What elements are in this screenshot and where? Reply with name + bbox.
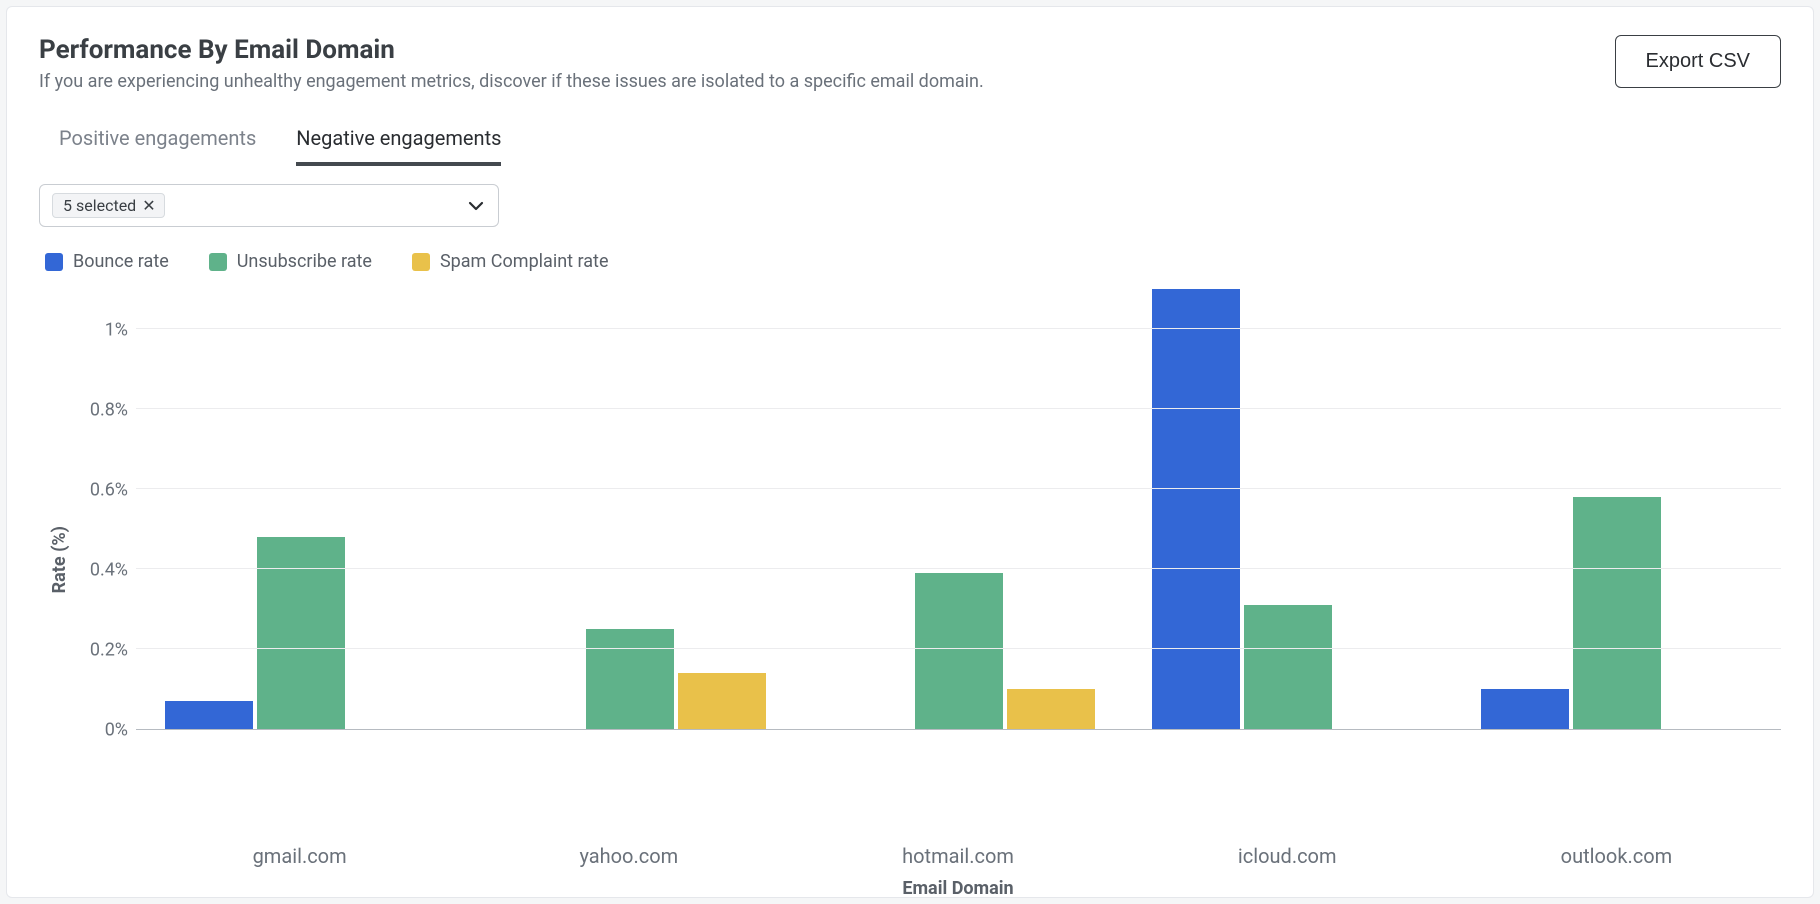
bar[interactable] [257,537,345,729]
x-axis: gmail.comyahoo.comhotmail.comicloud.como… [135,844,1781,868]
performance-card: Performance By Email Domain If you are e… [6,6,1814,898]
header-row: Performance By Email Domain If you are e… [39,35,1781,92]
y-axis-label: Rate (%) [49,526,70,593]
engagement-tabs: Positive engagements Negative engagement… [39,126,1781,166]
y-tick-label: 0% [105,720,128,741]
y-tick-label: 1% [105,320,128,341]
header-text: Performance By Email Domain If you are e… [39,35,984,92]
chart-plot [136,290,1781,730]
x-tick-label: hotmail.com [793,844,1122,868]
legend-bounce-label: Bounce rate [73,251,169,272]
y-tick-label: 0.4% [90,560,128,581]
card-subtitle: If you are experiencing unhealthy engage… [39,71,984,92]
bar-group [136,290,465,729]
bar-group [465,290,794,729]
bar-groups [136,290,1781,729]
x-tick-label: icloud.com [1123,844,1452,868]
chart-area: Rate (%) 0% 0.2% 0.4% 0.6% 0.8% 1% [49,290,1781,830]
chip-label: 5 selected [63,196,136,215]
x-tick-label: gmail.com [135,844,464,868]
y-tick-label: 0.2% [90,640,128,661]
legend-unsubscribe[interactable]: Unsubscribe rate [209,251,372,272]
y-axis: 0%0.2%0.4%0.6%0.8%1% [74,290,136,730]
clear-selection-icon[interactable]: ✕ [142,196,155,215]
y-tick-label: 0.6% [90,480,128,501]
bar-group [794,290,1123,729]
selected-count-chip[interactable]: 5 selected ✕ [52,193,165,218]
gridline [136,328,1781,329]
bar[interactable] [1244,605,1332,729]
bar-group [1452,290,1781,729]
bar[interactable] [586,629,674,729]
export-csv-button[interactable]: Export CSV [1615,35,1781,88]
chevron-down-icon [466,196,486,216]
domain-multiselect[interactable]: 5 selected ✕ [39,184,499,227]
tab-positive-engagements[interactable]: Positive engagements [59,126,256,166]
bar[interactable] [1152,289,1240,729]
swatch-bounce [45,253,63,271]
bar[interactable] [678,673,766,729]
chart-legend: Bounce rate Unsubscribe rate Spam Compla… [45,251,1781,272]
gridline [136,568,1781,569]
legend-spam-label: Spam Complaint rate [440,251,609,272]
card-title: Performance By Email Domain [39,35,984,65]
bar[interactable] [1481,689,1569,729]
x-tick-label: outlook.com [1452,844,1781,868]
x-axis-label: Email Domain [135,878,1781,899]
bar[interactable] [1007,689,1095,729]
bar[interactable] [165,701,253,729]
x-tick-label: yahoo.com [464,844,793,868]
bar[interactable] [1573,497,1661,729]
bar-group [1123,290,1452,729]
y-tick-label: 0.8% [90,400,128,421]
bar[interactable] [915,573,1003,729]
gridline [136,488,1781,489]
swatch-spam [412,253,430,271]
gridline [136,648,1781,649]
legend-unsubscribe-label: Unsubscribe rate [237,251,372,272]
swatch-unsubscribe [209,253,227,271]
legend-spam[interactable]: Spam Complaint rate [412,251,609,272]
tab-negative-engagements[interactable]: Negative engagements [296,126,501,166]
gridline [136,408,1781,409]
legend-bounce[interactable]: Bounce rate [45,251,169,272]
